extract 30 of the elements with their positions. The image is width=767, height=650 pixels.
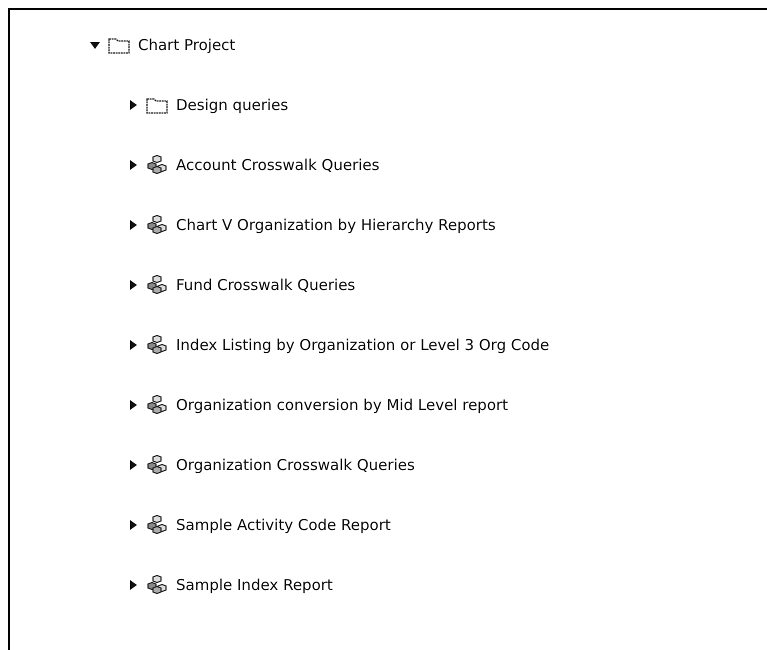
- tree-item-label[interactable]: Sample Index Report: [176, 576, 333, 594]
- collapsed-triangle-icon[interactable]: [128, 279, 138, 291]
- cubes-icon: [146, 575, 168, 595]
- folder-icon: [108, 36, 130, 54]
- collapsed-triangle-icon[interactable]: [128, 99, 138, 111]
- collapsed-triangle-icon[interactable]: [128, 339, 138, 351]
- tree-item-label[interactable]: Fund Crosswalk Queries: [176, 276, 356, 294]
- collapsed-triangle-icon[interactable]: [128, 519, 138, 531]
- collapsed-triangle-icon[interactable]: [128, 219, 138, 231]
- collapsed-triangle-icon[interactable]: [128, 459, 138, 471]
- collapsed-triangle-icon[interactable]: [128, 579, 138, 591]
- cubes-icon: [146, 395, 168, 415]
- tree-item-label[interactable]: Account Crosswalk Queries: [176, 156, 380, 174]
- tree-item-label[interactable]: Design queries: [176, 96, 288, 114]
- tree-item-label[interactable]: Chart Project: [138, 36, 236, 54]
- folder-icon: [146, 96, 168, 114]
- cubes-icon: [146, 335, 168, 355]
- tree-item-label[interactable]: Index Listing by Organization or Level 3 Org Code: [176, 336, 550, 354]
- expanded-triangle-icon[interactable]: [90, 39, 100, 51]
- cubes-icon: [146, 155, 168, 175]
- cubes-icon: [146, 215, 168, 235]
- cubes-icon: [146, 515, 168, 535]
- tree-item-label[interactable]: Organization conversion by Mid Level report: [176, 396, 508, 414]
- collapsed-triangle-icon[interactable]: [128, 399, 138, 411]
- cubes-icon: [146, 275, 168, 295]
- tree-item-label[interactable]: Organization Crosswalk Queries: [176, 456, 415, 474]
- cubes-icon: [146, 455, 168, 475]
- tree-item-label[interactable]: Sample Activity Code Report: [176, 516, 391, 534]
- collapsed-triangle-icon[interactable]: [128, 159, 138, 171]
- tree-item-label[interactable]: Chart V Organization by Hierarchy Reports: [176, 216, 496, 234]
